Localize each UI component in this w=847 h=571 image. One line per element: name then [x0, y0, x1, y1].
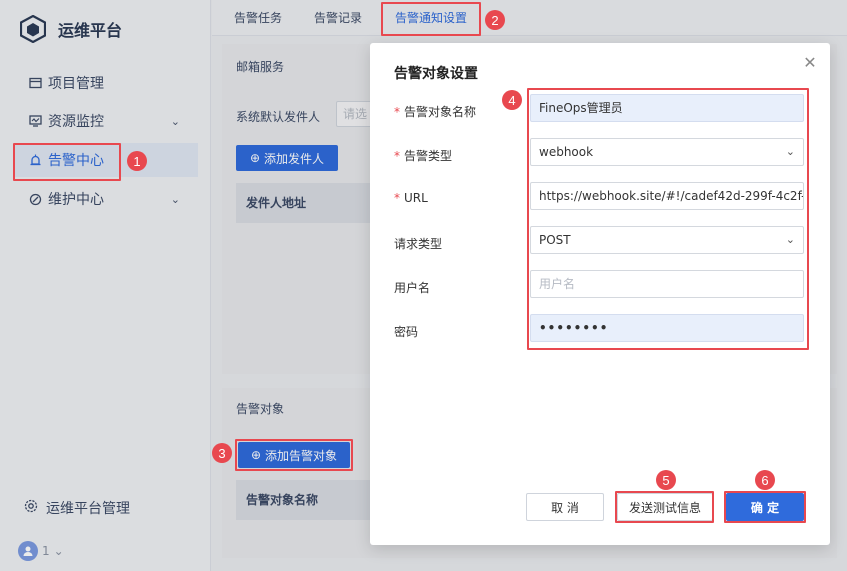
callout-box-3	[235, 439, 353, 471]
step-badge-3: 3	[212, 443, 232, 463]
required-mark: *	[394, 149, 400, 163]
url-field-label: * URL	[394, 191, 428, 205]
callout-box-6	[724, 491, 806, 523]
callout-box-5	[615, 491, 714, 523]
callout-box-1	[13, 143, 121, 181]
step-badge-4: 4	[502, 90, 522, 110]
step-badge-2: 2	[485, 10, 505, 30]
required-mark: *	[394, 191, 400, 205]
close-icon[interactable]: ✕	[802, 55, 818, 71]
step-badge-5: 5	[656, 470, 676, 490]
callout-box-2	[381, 2, 481, 36]
required-mark: *	[394, 105, 400, 119]
name-field-label: * 告警对象名称	[394, 105, 477, 119]
step-badge-6: 6	[755, 470, 775, 490]
callout-box-4	[527, 88, 809, 350]
username-field-label: 用户名	[394, 281, 431, 295]
password-field-label: 密码	[394, 325, 419, 339]
type-field-label: * 告警类型	[394, 149, 453, 163]
cancel-button[interactable]: 取 消	[526, 493, 604, 521]
method-field-label: 请求类型	[394, 237, 443, 251]
step-badge-1: 1	[127, 151, 147, 171]
dialog-title: 告警对象设置	[394, 66, 478, 82]
